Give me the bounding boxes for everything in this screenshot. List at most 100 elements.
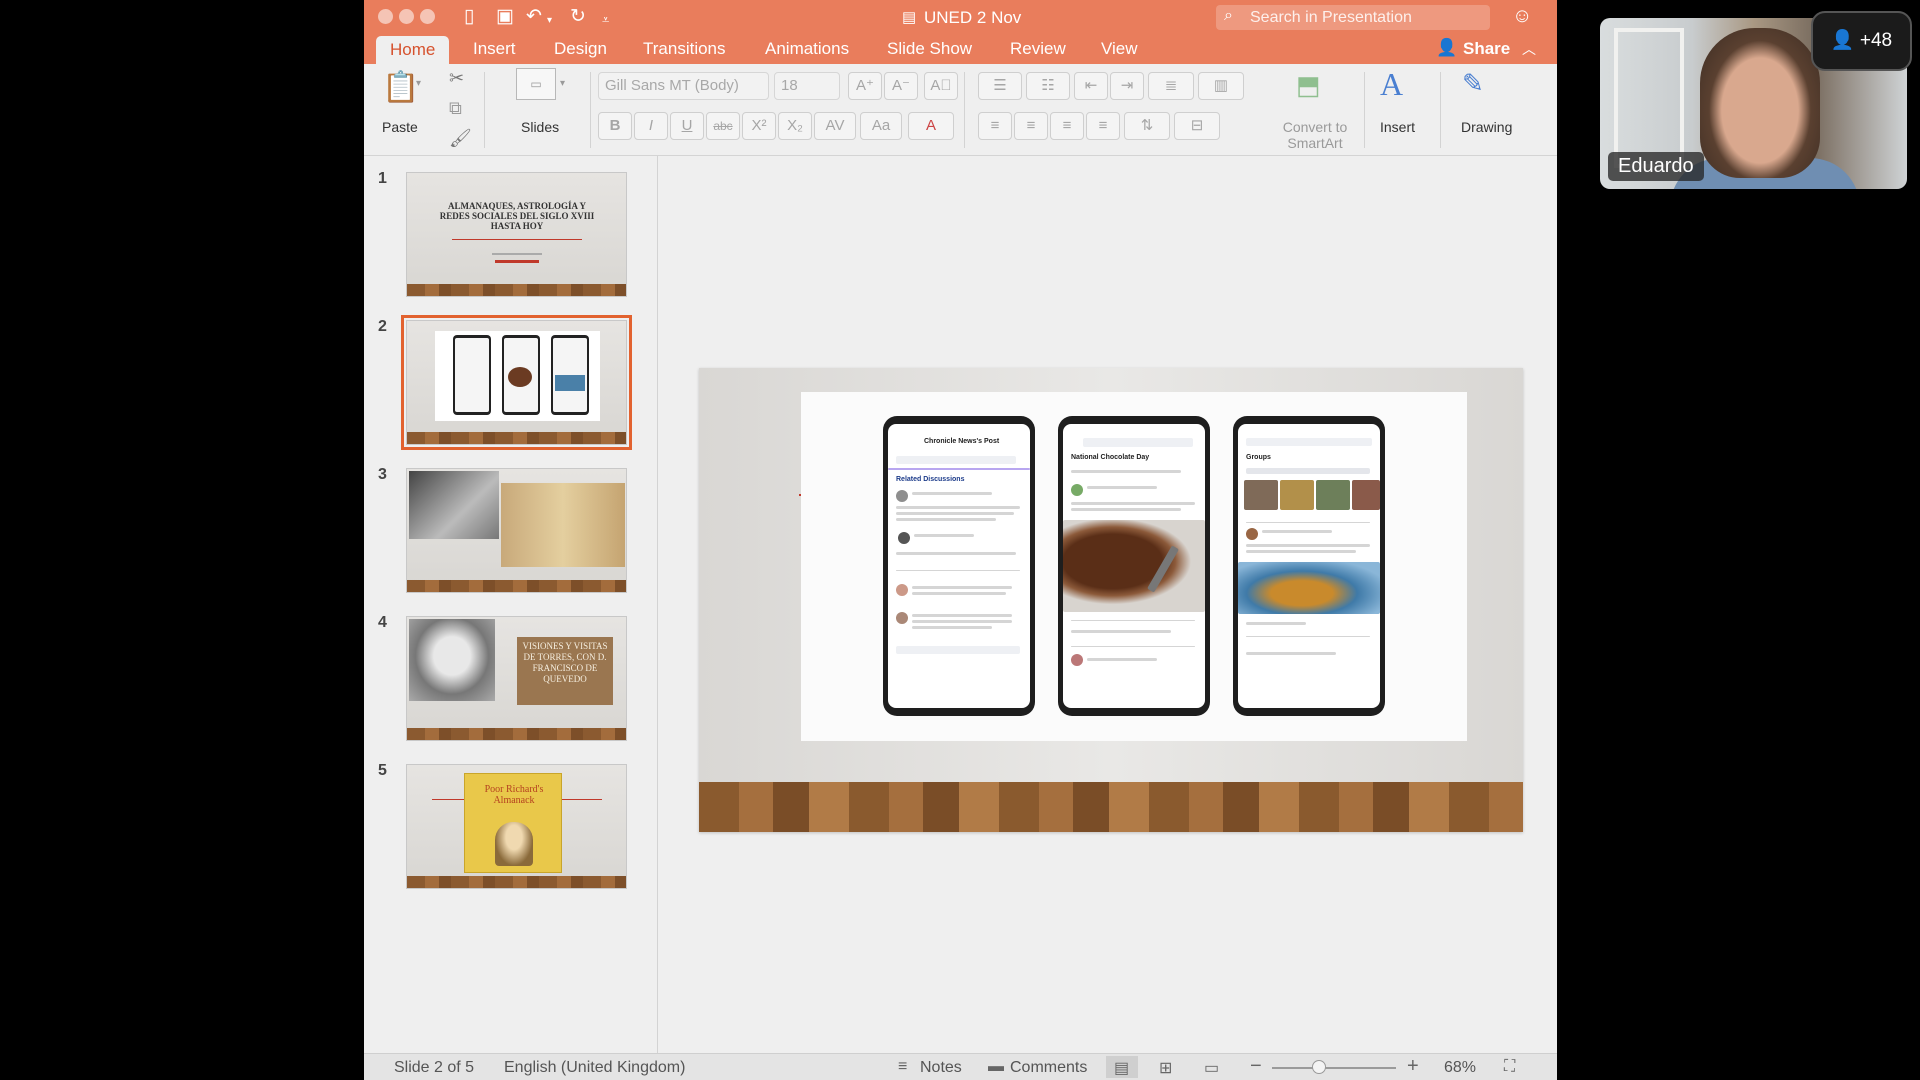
presenter-view-icon[interactable]: ▭ <box>1204 1058 1219 1078</box>
numbering-icon[interactable]: ☷ <box>1026 72 1070 100</box>
copy-icon[interactable]: ⧉ <box>449 98 462 119</box>
tab-design[interactable]: Design <box>554 39 607 59</box>
align-right-icon[interactable]: ≡ <box>1050 112 1084 140</box>
language-indicator[interactable]: English (United Kingdom) <box>504 1059 685 1077</box>
undo-icon[interactable]: ↶ <box>526 6 542 28</box>
screen: ▯ ▣ ↶ ▾ ↻ ⩡ ▤ UNED 2 Nov ⌕ Search in Pre… <box>0 0 1920 1080</box>
participants-count-button[interactable]: 👤 +48 <box>1811 11 1912 71</box>
zoom-in-icon[interactable]: + <box>1407 1055 1419 1078</box>
zoom-level[interactable]: 68% <box>1444 1059 1476 1077</box>
participant-name: Eduardo <box>1608 152 1704 181</box>
strikethrough-icon[interactable]: abc <box>706 112 740 140</box>
franklin-portrait <box>495 822 533 866</box>
tab-slide-show[interactable]: Slide Show <box>887 39 972 59</box>
paste-dropdown-icon[interactable]: ▾ <box>416 78 421 89</box>
slide-thumbnail-5[interactable]: Poor Richard's Almanack <box>406 764 627 889</box>
italic-icon[interactable]: I <box>634 112 668 140</box>
drawing-label[interactable]: Drawing <box>1461 119 1512 135</box>
slide-thumbnail-3[interactable] <box>406 468 627 593</box>
new-slide-icon[interactable]: ▭ <box>516 68 556 100</box>
customize-toolbar-icon[interactable]: ⩡ <box>602 9 609 31</box>
font-size-select[interactable]: 18 <box>774 72 840 100</box>
align-left-icon[interactable]: ≡ <box>978 112 1012 140</box>
underline-icon[interactable]: U <box>670 112 704 140</box>
tab-insert[interactable]: Insert <box>473 39 516 59</box>
columns-icon[interactable]: ▥ <box>1198 72 1244 100</box>
fit-to-window-icon[interactable]: ⛶ <box>1504 1058 1515 1076</box>
close-window-button[interactable] <box>378 9 393 24</box>
convert-smartart-label-2[interactable]: SmartArt <box>1272 135 1358 151</box>
change-case-icon[interactable]: Aa <box>860 112 902 140</box>
character-spacing-icon[interactable]: AV <box>814 112 856 140</box>
phone-section: Related Discussions <box>896 476 965 483</box>
feedback-smiley-icon[interactable]: ☺ <box>1512 5 1532 28</box>
add-person-icon[interactable]: 👤 <box>1436 38 1457 58</box>
tab-home[interactable]: Home <box>376 36 450 66</box>
slides-dropdown-icon[interactable]: ▾ <box>560 78 565 89</box>
tab-transitions[interactable]: Transitions <box>643 39 726 59</box>
document-title: UNED 2 Nov <box>924 8 1022 27</box>
ribbon-home: 📋 ▾ Paste ✂ ⧉ 🖌 ▭ ▾ Slides Gill Sans MT … <box>364 64 1557 156</box>
slides-label[interactable]: Slides <box>521 119 559 135</box>
undo-dropdown-icon[interactable]: ▾ <box>547 10 552 32</box>
decrease-font-size-icon[interactable]: A⁻ <box>884 72 918 100</box>
align-text-icon[interactable]: ⊟ <box>1174 112 1220 140</box>
paste-label[interactable]: Paste <box>382 119 418 135</box>
sidebar-toggle-icon[interactable]: ▯ <box>464 6 474 28</box>
slide-thumbnail-panel: 1 ALMANAQUES, ASTROLOGÍA Y REDES SOCIALE… <box>364 156 658 1053</box>
wood-floor <box>407 728 626 740</box>
slide-thumbnail-1[interactable]: ALMANAQUES, ASTROLOGÍA Y REDES SOCIALES … <box>406 172 627 297</box>
format-painter-icon[interactable]: 🖌 <box>449 128 472 149</box>
clear-formatting-icon[interactable]: A⃠ <box>924 72 958 100</box>
subscript-icon[interactable]: X₂ <box>778 112 812 140</box>
cut-icon[interactable]: ✂ <box>449 68 464 89</box>
line-spacing-icon[interactable]: ≣ <box>1148 72 1194 100</box>
smartart-icon[interactable]: ⬒ <box>1296 70 1321 101</box>
subtitle-underline <box>495 260 539 263</box>
convert-smartart-label[interactable]: Convert to <box>1272 119 1358 135</box>
share-button[interactable]: Share <box>1463 39 1510 59</box>
search-input[interactable]: Search in Presentation <box>1216 5 1490 30</box>
slide-thumbnail-2[interactable] <box>401 315 632 450</box>
bold-icon[interactable]: B <box>598 112 632 140</box>
maximize-window-button[interactable] <box>420 9 435 24</box>
superscript-icon[interactable]: X² <box>742 112 776 140</box>
increase-indent-icon[interactable]: ⇥ <box>1110 72 1144 100</box>
font-color-icon[interactable]: A <box>908 112 954 140</box>
insert-text-icon[interactable]: A <box>1380 66 1403 103</box>
paste-icon[interactable]: 📋 <box>382 70 419 106</box>
minimize-window-button[interactable] <box>399 9 414 24</box>
status-bar: Slide 2 of 5 English (United Kingdom) ≡ … <box>364 1053 1557 1080</box>
redo-icon[interactable]: ↻ <box>570 6 586 28</box>
comments-icon[interactable]: ▬ <box>988 1058 1004 1076</box>
screenshot-board: Chronicle News's Post Related Discussion… <box>801 392 1467 741</box>
tab-review[interactable]: Review <box>1010 39 1066 59</box>
increase-font-size-icon[interactable]: A⁺ <box>848 72 882 100</box>
zoom-out-icon[interactable]: − <box>1250 1055 1262 1078</box>
bullets-icon[interactable]: ☰ <box>978 72 1022 100</box>
tab-view[interactable]: View <box>1101 39 1138 59</box>
notes-button[interactable]: Notes <box>920 1059 962 1077</box>
collapse-ribbon-icon[interactable]: ︿ <box>1522 39 1536 59</box>
comments-button[interactable]: Comments <box>1010 1059 1087 1077</box>
text-line <box>896 506 1020 509</box>
wood-floor <box>407 876 626 888</box>
zoom-slider[interactable] <box>1272 1067 1396 1069</box>
text-line <box>896 512 1014 515</box>
tab-animations[interactable]: Animations <box>765 39 849 59</box>
phone-mockup-3: Groups <box>1233 416 1385 716</box>
zoom-slider-handle[interactable] <box>1312 1060 1326 1074</box>
insert-label[interactable]: Insert <box>1380 119 1415 135</box>
slide-sorter-icon[interactable]: ⊞ <box>1159 1058 1172 1078</box>
font-family-select[interactable]: Gill Sans MT (Body) <box>598 72 769 100</box>
justify-icon[interactable]: ≡ <box>1086 112 1120 140</box>
current-slide[interactable]: Chronicle News's Post Related Discussion… <box>699 368 1523 832</box>
slide-thumbnail-4[interactable]: VISIONES Y VISITAS DE TORRES, CON D. FRA… <box>406 616 627 741</box>
save-icon[interactable]: ▣ <box>496 6 514 28</box>
text-direction-icon[interactable]: ⇅ <box>1124 112 1170 140</box>
background-window <box>1614 28 1684 168</box>
decrease-indent-icon[interactable]: ⇤ <box>1074 72 1108 100</box>
align-center-icon[interactable]: ≡ <box>1014 112 1048 140</box>
notes-icon[interactable]: ≡ <box>898 1058 907 1076</box>
drawing-pen-icon[interactable]: ✎ <box>1462 68 1484 99</box>
